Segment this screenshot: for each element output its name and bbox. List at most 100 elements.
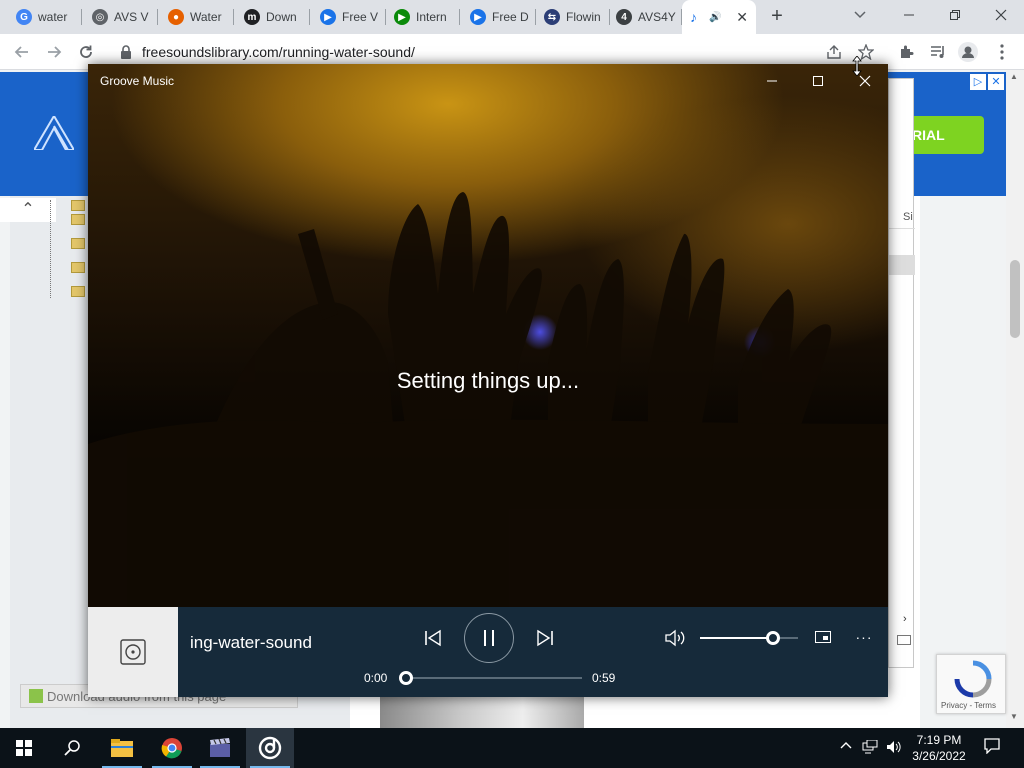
- setup-status-text: Setting things up...: [396, 368, 580, 393]
- side-dialog-label: Si: [889, 205, 915, 229]
- ad-choices-icon[interactable]: ▷: [970, 74, 986, 90]
- film-clapper-icon: [210, 738, 230, 757]
- taskbar-clock[interactable]: 7:19 PM 3/26/2022: [904, 732, 974, 764]
- mini-view-button[interactable]: [814, 629, 832, 645]
- back-button[interactable]: [10, 40, 34, 64]
- tab-label: Intern: [416, 10, 447, 24]
- ad-close-icon[interactable]: ✕: [988, 74, 1004, 90]
- action-center-icon[interactable]: [984, 738, 1000, 757]
- chevron-right-icon[interactable]: ›: [903, 613, 907, 625]
- play-pause-button[interactable]: [464, 613, 514, 663]
- tab-4[interactable]: m Down: [236, 0, 310, 34]
- folder-icon[interactable]: [71, 238, 85, 249]
- seek-bar-track[interactable]: [406, 677, 582, 679]
- url-text[interactable]: freesoundslibrary.com/running-water-soun…: [142, 44, 415, 60]
- back-arrow-icon: [14, 46, 28, 58]
- tab-groove-active[interactable]: ♪ 🔊 ✕: [682, 0, 756, 34]
- tab-label: water: [38, 10, 68, 24]
- tab-1[interactable]: Gwater: [8, 0, 82, 34]
- groove-music-button[interactable]: [246, 728, 294, 768]
- lock-icon[interactable]: [120, 45, 132, 59]
- restore-button[interactable]: [932, 0, 978, 30]
- file-explorer-button[interactable]: [98, 728, 146, 768]
- reload-button[interactable]: [74, 40, 98, 64]
- tab-6[interactable]: ▶ Intern: [386, 0, 460, 34]
- windows-logo-icon: [16, 740, 32, 756]
- tray-overflow-chevron-icon[interactable]: [840, 740, 852, 752]
- profile-avatar-icon[interactable]: [958, 42, 978, 62]
- folder-icon[interactable]: [71, 286, 85, 297]
- page-scrollbar[interactable]: ▲ ▼: [1006, 70, 1024, 728]
- volume-slider-fill: [700, 637, 773, 639]
- video-editor-button[interactable]: [196, 728, 244, 768]
- green-play-icon: ▶: [394, 9, 410, 25]
- album-art-placeholder[interactable]: [88, 607, 178, 697]
- track-title[interactable]: ing-water-sound: [190, 633, 312, 653]
- recaptcha-badge[interactable]: Privacy - Terms: [936, 654, 1006, 714]
- scroll-up-icon[interactable]: ▲: [1010, 72, 1018, 81]
- search-button[interactable]: [48, 728, 96, 768]
- windows-taskbar: 7:19 PM 3/26/2022: [0, 728, 1024, 768]
- scrollbar-thumb[interactable]: [1010, 260, 1020, 338]
- tab-7[interactable]: ▶ Free D: [462, 0, 536, 34]
- side-dialog: Si ›: [888, 78, 915, 668]
- minimize-button[interactable]: [886, 0, 932, 30]
- tab-close-icon[interactable]: ✕: [736, 9, 748, 26]
- caption-icon[interactable]: [897, 635, 911, 645]
- next-track-button[interactable]: [534, 627, 556, 649]
- folder-icon[interactable]: [71, 200, 85, 211]
- media-control-icon[interactable]: [928, 42, 948, 62]
- scroll-down-icon[interactable]: ▼: [1010, 712, 1018, 721]
- previous-track-button[interactable]: [422, 627, 444, 649]
- ad-cta-button[interactable]: RIAL: [908, 116, 984, 154]
- google-icon: G: [16, 9, 32, 25]
- tab-search-chevron-icon[interactable]: [854, 8, 866, 22]
- recaptcha-terms[interactable]: Privacy - Terms: [941, 701, 996, 710]
- tab-separator: [459, 9, 460, 25]
- collapse-button[interactable]: ⌃: [0, 198, 56, 222]
- chrome-button[interactable]: [148, 728, 196, 768]
- groove-window-title: Groove Music: [100, 74, 175, 88]
- forward-arrow-icon: [48, 46, 62, 58]
- volume-slider-thumb[interactable]: [765, 631, 780, 645]
- tab-separator: [157, 9, 158, 25]
- tab-2[interactable]: ◎ AVS V: [84, 0, 158, 34]
- network-icon[interactable]: [862, 739, 878, 757]
- tab-3[interactable]: ● Water: [160, 0, 234, 34]
- tab-8[interactable]: ⇆ Flowin: [536, 0, 610, 34]
- next-icon: [537, 629, 553, 647]
- speaker-tray-icon[interactable]: [886, 740, 902, 757]
- arrows-icon: ⇆: [544, 9, 560, 25]
- seek-bar-thumb[interactable]: [399, 671, 413, 685]
- tab-9[interactable]: 4 AVS4Y: [608, 0, 682, 34]
- screen: Gwater ◎ AVS V ● Water m Down ▶ Free V ▶ Intern ▶ Fr…: [0, 0, 1024, 768]
- browser-menu-icon[interactable]: [992, 42, 1012, 62]
- forward-button[interactable]: [42, 40, 66, 64]
- folder-icon[interactable]: [71, 262, 85, 273]
- more-options-button[interactable]: ···: [850, 625, 878, 649]
- new-tab-button[interactable]: +: [766, 6, 788, 28]
- play-icon: [29, 689, 43, 703]
- tab-label: Free V: [342, 10, 379, 24]
- side-dialog-row[interactable]: [889, 255, 915, 275]
- groove-close-button[interactable]: [842, 68, 888, 94]
- reload-icon: [80, 45, 92, 58]
- extensions-puzzle-icon[interactable]: [896, 42, 916, 62]
- volume-button[interactable]: [664, 627, 688, 649]
- tab-5[interactable]: ▶ Free V: [312, 0, 386, 34]
- share-icon[interactable]: [824, 42, 844, 62]
- address-bar[interactable]: freesoundslibrary.com/running-water-soun…: [110, 38, 890, 66]
- groove-minimize-button[interactable]: [749, 68, 795, 94]
- start-button[interactable]: [0, 728, 48, 768]
- folder-icon[interactable]: [71, 214, 85, 225]
- crowd-silhouette-image: [88, 192, 888, 607]
- tab-label: AVS4Y: [638, 10, 676, 24]
- close-window-button[interactable]: [978, 0, 1024, 30]
- groove-maximize-button[interactable]: [795, 68, 841, 94]
- audio-playing-icon[interactable]: 🔊: [709, 12, 721, 23]
- groove-music-icon: [258, 736, 282, 760]
- tab-label: AVS V: [114, 10, 149, 24]
- chrome-icon: [161, 738, 182, 759]
- tab-separator: [309, 9, 310, 25]
- file-explorer-icon: [111, 739, 133, 757]
